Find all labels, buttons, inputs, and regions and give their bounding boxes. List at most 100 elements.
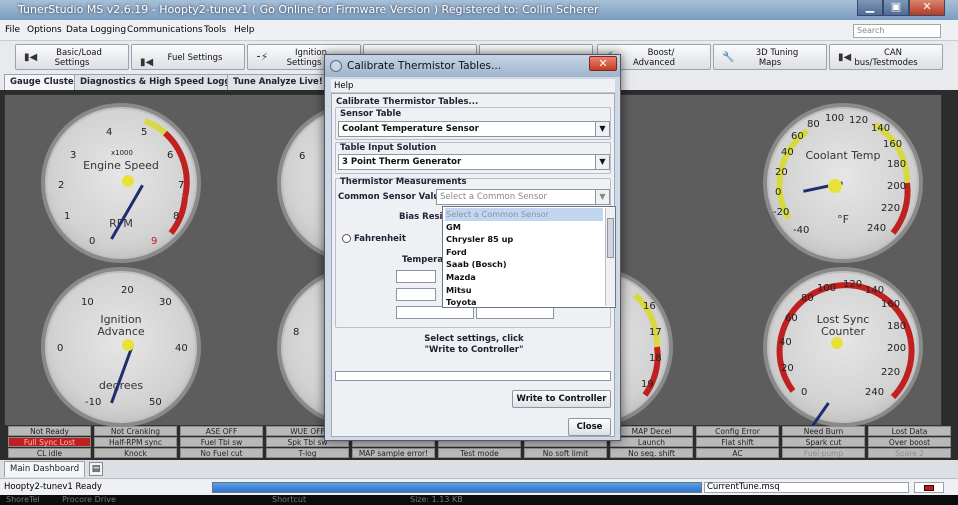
status-indicator: Launch bbox=[610, 437, 693, 447]
ignition-hub bbox=[122, 339, 134, 351]
sensor-table-select[interactable]: Coolant Temperature Sensor ▼ bbox=[338, 121, 610, 137]
sync-tick: 40 bbox=[779, 337, 792, 348]
coolant-tick: 60 bbox=[791, 131, 804, 142]
sync-tick: 120 bbox=[843, 279, 863, 290]
menu-data-logging[interactable]: Data Logging bbox=[66, 25, 126, 35]
write-progress-bar bbox=[335, 371, 611, 381]
menu-communications[interactable]: Communications bbox=[127, 25, 203, 35]
sensor-table-label: Sensor Table bbox=[340, 109, 402, 119]
menu-help[interactable]: Help bbox=[234, 25, 255, 35]
dropdown-option[interactable]: Toyota bbox=[445, 296, 603, 309]
dialog-title-bar: Calibrate Thermistor Tables... bbox=[325, 55, 620, 77]
dropdown-option[interactable]: Mazda bbox=[445, 271, 603, 284]
ignition-tick: 30 bbox=[159, 297, 172, 308]
fuel-settings-button[interactable]: ▮◀ Fuel Settings bbox=[131, 44, 245, 70]
status-indicator: Need Burn bbox=[782, 426, 865, 436]
dialog-title: Calibrate Thermistor Tables... bbox=[347, 60, 502, 72]
status-indicator: No Fuel cut bbox=[180, 448, 263, 458]
coolant-temp-gauge[interactable]: -40 -20 0 20 40 60 80 100 120 140 160 18… bbox=[763, 103, 923, 263]
sync-tick: 160 bbox=[881, 299, 901, 310]
write-to-controller-button[interactable]: Write to Controller bbox=[512, 390, 611, 408]
temperature-field-2[interactable] bbox=[396, 288, 436, 301]
status-indicator: Spare 2 bbox=[868, 448, 951, 458]
menu-file[interactable]: File bbox=[5, 25, 20, 35]
tab-diagnostics[interactable]: Diagnostics & High Speed Loggers bbox=[74, 74, 252, 90]
rpm-hub bbox=[122, 175, 134, 187]
rpm-redline-arc bbox=[143, 118, 190, 235]
lost-sync-gauge[interactable]: 0 20 40 60 80 100 120 140 160 180 200 22… bbox=[763, 267, 923, 455]
close-button[interactable]: Close bbox=[568, 418, 611, 436]
can-bus-testmodes-button[interactable]: ▮◀ CAN bus/Testmodes bbox=[829, 44, 943, 70]
toolbar-label: 3D Tuning Maps bbox=[755, 48, 799, 68]
restore-button[interactable]: ▣ bbox=[883, 0, 909, 16]
java-icon bbox=[330, 60, 342, 72]
input-solution-label: Table Input Solution bbox=[340, 143, 437, 153]
coolant-tick: 120 bbox=[849, 115, 869, 126]
3d-tuning-maps-button[interactable]: 🔧 3D Tuning Maps bbox=[713, 44, 827, 70]
background-window-strip: ShoreTel Procore Drive Shortcut Size: 1.… bbox=[0, 495, 958, 505]
fahrenheit-radio[interactable] bbox=[342, 234, 351, 243]
status-indicator: Test mode bbox=[438, 448, 521, 458]
common-sensor-select[interactable]: Select a Common Sensor ▼ bbox=[436, 189, 610, 205]
dropdown-option[interactable]: Saab (Bosch) bbox=[445, 258, 603, 271]
dialog-menu-help[interactable]: Help bbox=[331, 79, 615, 93]
status-indicator: Fuel pump bbox=[782, 448, 865, 458]
status-indicator: MAP sample error! bbox=[352, 448, 435, 458]
dropdown-option[interactable]: Ford bbox=[445, 246, 603, 259]
input-solution-select[interactable]: 3 Point Therm Generator ▼ bbox=[338, 154, 610, 170]
dialog-close-icon[interactable]: ✕ bbox=[589, 56, 617, 71]
dialog-section-title: Calibrate Thermistor Tables... bbox=[336, 97, 479, 107]
toolbar-icon: ▮◀ bbox=[838, 52, 852, 63]
ignition-title-2: Advance bbox=[97, 325, 145, 338]
input-solution-value: 3 Point Therm Generator bbox=[342, 157, 462, 167]
common-sensor-label: Common Sensor Values bbox=[338, 192, 451, 202]
menu-tools[interactable]: Tools bbox=[204, 25, 226, 35]
common-sensor-value: Select a Common Sensor bbox=[440, 192, 547, 202]
rpm-gauge[interactable]: 0 1 2 3 4 5 6 7 8 9 x1000 Engine Speed R… bbox=[41, 103, 201, 263]
new-dashboard-icon[interactable]: ▤ bbox=[89, 462, 103, 476]
dashboard-tab-strip: Main Dashboard ▤ bbox=[0, 460, 958, 478]
partial-tick: 16 bbox=[643, 301, 656, 312]
toolbar-label: CAN bus/Testmodes bbox=[854, 48, 918, 68]
tab-main-dashboard[interactable]: Main Dashboard bbox=[4, 461, 86, 477]
calibrate-thermistor-dialog: Calibrate Thermistor Tables... ✕ Help Ca… bbox=[324, 54, 621, 441]
rpm-tick: 9 bbox=[151, 236, 158, 247]
menu-options[interactable]: Options bbox=[27, 25, 62, 35]
close-window-button[interactable]: ✕ bbox=[909, 0, 945, 16]
toolbar-icon: ▮◀ bbox=[140, 57, 154, 68]
sensor-table-value: Coolant Temperature Sensor bbox=[342, 124, 479, 134]
status-indicator: Not Ready bbox=[8, 426, 91, 436]
basic-load-settings-button[interactable]: ▮◀ Basic/Load Settings bbox=[15, 44, 129, 70]
search-input[interactable]: Search bbox=[853, 24, 941, 38]
partial-tick: 18 bbox=[649, 353, 662, 364]
fahrenheit-label: Fahrenheit bbox=[354, 234, 406, 244]
dropdown-option[interactable]: GM bbox=[445, 221, 603, 234]
temperature-field-1[interactable] bbox=[396, 270, 436, 283]
ignition-tick: 20 bbox=[121, 285, 134, 296]
dropdown-option[interactable]: Chrysler 85 up bbox=[445, 233, 603, 246]
coolant-hub bbox=[828, 179, 842, 193]
ignition-tick: 10 bbox=[81, 297, 94, 308]
status-indicator: Over boost bbox=[868, 437, 951, 447]
tab-gauge-cluster[interactable]: Gauge Cluster bbox=[4, 74, 84, 90]
ignition-advance-gauge[interactable]: -10 0 10 20 30 40 50 Ignition Advance de… bbox=[41, 267, 201, 427]
dropdown-scrollbar[interactable] bbox=[605, 208, 615, 306]
toolbar-icon: ▮◀ bbox=[24, 52, 38, 63]
sync-tick: 80 bbox=[801, 293, 814, 304]
ignition-needle bbox=[110, 344, 135, 404]
toolbar-label: Boost/ Advanced bbox=[633, 48, 675, 68]
partial-tick: 6 bbox=[299, 151, 306, 162]
chevron-down-icon: ▼ bbox=[595, 190, 609, 204]
coolant-unit: °F bbox=[837, 213, 849, 226]
dropdown-option[interactable]: Mitsu bbox=[445, 284, 603, 297]
toolbar-label: Basic/Load Settings bbox=[54, 48, 102, 68]
sync-tick: 100 bbox=[817, 283, 837, 294]
minimize-button[interactable]: ▁ bbox=[857, 0, 883, 16]
status-file: CurrentTune.msq bbox=[704, 482, 909, 493]
status-progress-fill bbox=[213, 483, 701, 492]
dropdown-option[interactable]: Select a Common Sensor bbox=[445, 208, 603, 221]
toolbar-label: Fuel Settings bbox=[167, 53, 223, 63]
sync-tick: 220 bbox=[881, 367, 901, 378]
rpm-tick: 2 bbox=[58, 180, 65, 191]
common-sensor-dropdown-list: Select a Common Sensor GM Chrysler 85 up Fo… bbox=[442, 206, 616, 308]
